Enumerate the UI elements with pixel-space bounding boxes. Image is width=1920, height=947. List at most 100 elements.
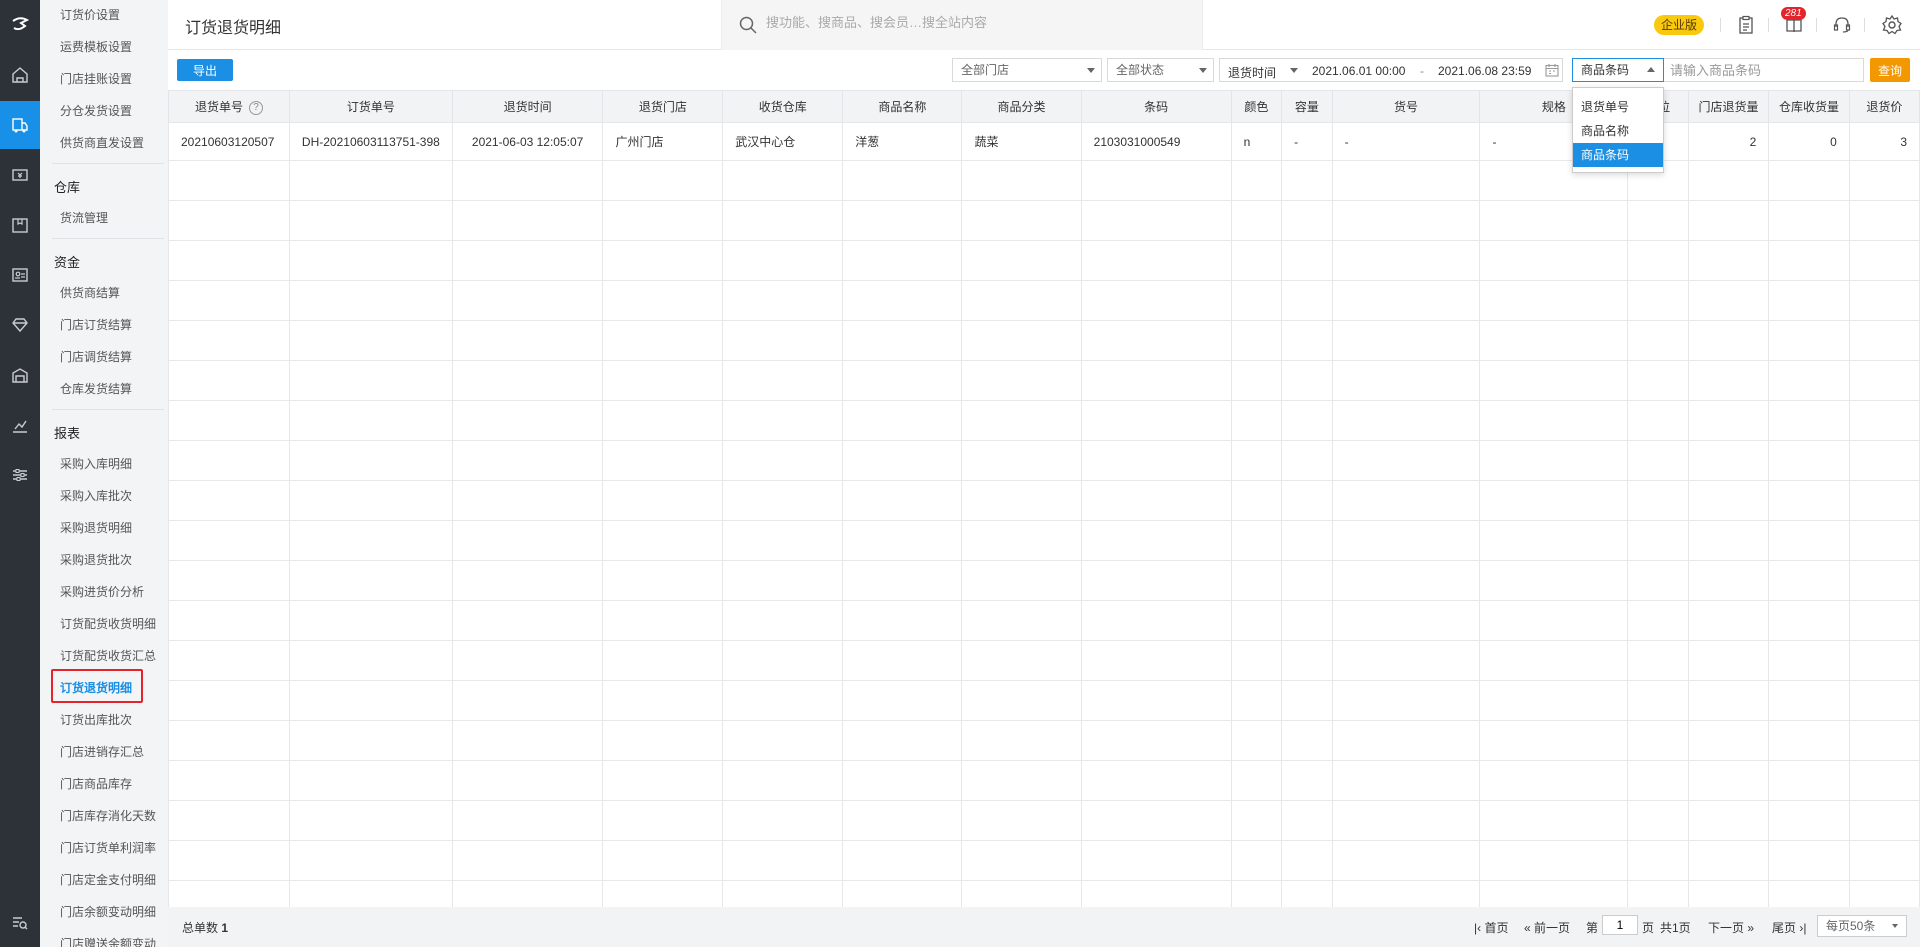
nav-item[interactable]: 分仓发货设置 bbox=[60, 102, 132, 119]
report-chart-icon[interactable] bbox=[0, 401, 40, 449]
empty-cell bbox=[722, 880, 844, 907]
date-range-picker[interactable]: 退货时间 2021.06.01 00:00 - 2021.06.08 23:59 bbox=[1219, 58, 1563, 82]
empty-table-row bbox=[168, 520, 1920, 561]
date-start[interactable]: 2021.06.01 00:00 bbox=[1312, 64, 1405, 78]
header-divider bbox=[1720, 18, 1721, 32]
next-page-button[interactable]: 下一页 » bbox=[1708, 919, 1754, 936]
empty-cell bbox=[1627, 520, 1689, 561]
nav-item[interactable]: 门店商品库存 bbox=[60, 775, 132, 792]
column-header[interactable]: 退货时间 bbox=[451, 90, 604, 123]
column-header[interactable]: 订货单号 bbox=[288, 90, 453, 123]
column-header[interactable]: 门店退货量 bbox=[1687, 90, 1770, 123]
column-header[interactable]: 退货门店 bbox=[602, 90, 724, 123]
empty-cell bbox=[1230, 240, 1283, 281]
home-icon[interactable] bbox=[0, 51, 40, 99]
column-header[interactable]: 商品名称 bbox=[842, 90, 963, 123]
empty-cell bbox=[842, 640, 963, 681]
nav-item[interactable]: 门店定金支付明细 bbox=[60, 871, 156, 888]
query-button[interactable]: 查询 bbox=[1870, 58, 1910, 82]
column-header[interactable]: 仓库收货量 bbox=[1768, 90, 1850, 123]
header-divider bbox=[1768, 18, 1769, 32]
store-select[interactable]: 全部门店 bbox=[952, 58, 1102, 82]
dropdown-option-selected[interactable]: 商品条码 bbox=[1573, 143, 1663, 167]
empty-cell bbox=[288, 680, 453, 721]
column-header[interactable]: 颜色 bbox=[1230, 90, 1283, 123]
nav-item-active[interactable]: 订货退货明细 bbox=[60, 679, 132, 696]
warehouse-icon[interactable] bbox=[0, 351, 40, 399]
column-header[interactable]: 退货价 bbox=[1848, 90, 1920, 123]
nav-item[interactable]: 采购入库明细 bbox=[60, 455, 132, 472]
empty-cell bbox=[961, 560, 1082, 601]
empty-cell bbox=[451, 800, 604, 841]
nav-item[interactable]: 门店赠送余额变动 bbox=[60, 935, 156, 947]
nav-item[interactable]: 门店订货结算 bbox=[60, 316, 132, 333]
search-list-icon[interactable] bbox=[0, 899, 40, 947]
nav-item[interactable]: 订货配货收货明细 bbox=[60, 615, 156, 632]
first-page-button[interactable]: |‹ 首页 bbox=[1474, 919, 1508, 936]
page-number-input[interactable] bbox=[1602, 915, 1638, 935]
clipboard-icon[interactable] bbox=[1734, 13, 1758, 37]
search-input[interactable] bbox=[766, 15, 1186, 30]
dropdown-option[interactable]: 退货单号 bbox=[1573, 95, 1663, 119]
empty-cell bbox=[722, 280, 844, 321]
status-select[interactable]: 全部状态 bbox=[1107, 58, 1214, 82]
headset-support-icon[interactable] bbox=[1830, 13, 1854, 37]
empty-cell bbox=[1281, 240, 1333, 281]
nav-item[interactable]: 供货商结算 bbox=[60, 284, 120, 301]
empty-cell bbox=[288, 320, 453, 361]
nav-item[interactable]: 门店进销存汇总 bbox=[60, 743, 144, 760]
order-delivery-icon[interactable] bbox=[0, 101, 40, 149]
search-field-select[interactable]: 商品条码 bbox=[1572, 58, 1664, 82]
nav-item[interactable]: 货流管理 bbox=[60, 209, 108, 226]
column-header[interactable]: 收货仓库 bbox=[722, 90, 844, 123]
chevron-up-icon bbox=[1647, 67, 1655, 72]
barcode-input[interactable] bbox=[1664, 58, 1864, 82]
column-header[interactable]: 退货单号? bbox=[168, 90, 290, 123]
column-header[interactable]: 货号 bbox=[1331, 90, 1481, 123]
last-page-button[interactable]: 尾页 ›| bbox=[1772, 919, 1806, 936]
logo-icon[interactable] bbox=[0, 0, 40, 48]
nav-item[interactable]: 运费模板设置 bbox=[60, 38, 132, 55]
empty-cell bbox=[451, 320, 604, 361]
nav-item[interactable]: 门店订货单利润率 bbox=[60, 839, 156, 856]
nav-item[interactable]: 采购进货价分析 bbox=[60, 583, 144, 600]
empty-cell bbox=[168, 600, 290, 641]
empty-cell bbox=[1687, 200, 1770, 241]
nav-item[interactable]: 门店调货结算 bbox=[60, 348, 132, 365]
nav-item[interactable]: 门店余额变动明细 bbox=[60, 903, 156, 920]
column-header[interactable]: 条码 bbox=[1080, 90, 1232, 123]
column-header[interactable]: 容量 bbox=[1281, 90, 1333, 123]
nav-item[interactable]: 订货配货收货汇总 bbox=[60, 647, 156, 664]
time-type-select[interactable]: 退货时间 bbox=[1228, 64, 1276, 81]
nav-item[interactable]: 订货价设置 bbox=[60, 6, 120, 23]
empty-cell bbox=[451, 480, 604, 521]
page-size-select[interactable]: 每页50条 bbox=[1817, 915, 1907, 937]
cashier-icon[interactable] bbox=[0, 151, 40, 199]
nav-item[interactable]: 门店库存消化天数 bbox=[60, 807, 156, 824]
empty-cell bbox=[1230, 360, 1283, 401]
prev-page-button[interactable]: « 前一页 bbox=[1524, 919, 1570, 936]
nav-item[interactable]: 采购退货批次 bbox=[60, 551, 132, 568]
date-end[interactable]: 2021.06.08 23:59 bbox=[1438, 64, 1531, 78]
gear-icon[interactable] bbox=[1880, 13, 1904, 37]
nav-item[interactable]: 门店挂账设置 bbox=[60, 70, 132, 87]
nav-item[interactable]: 订货出库批次 bbox=[60, 711, 132, 728]
nav-item[interactable]: 仓库发货结算 bbox=[60, 380, 132, 397]
nav-item[interactable]: 采购退货明细 bbox=[60, 519, 132, 536]
column-header[interactable]: 商品分类 bbox=[961, 90, 1082, 123]
dropdown-option[interactable]: 商品名称 bbox=[1573, 119, 1663, 143]
help-icon[interactable]: ? bbox=[248, 100, 263, 115]
export-button[interactable]: 导出 bbox=[177, 59, 233, 81]
settings-sliders-icon[interactable] bbox=[0, 451, 40, 499]
empty-cell bbox=[1230, 800, 1283, 841]
empty-cell bbox=[722, 720, 844, 761]
empty-table-row bbox=[168, 800, 1920, 841]
empty-cell bbox=[961, 640, 1082, 681]
package-icon[interactable] bbox=[0, 201, 40, 249]
diamond-icon[interactable] bbox=[0, 301, 40, 349]
member-card-icon[interactable] bbox=[0, 251, 40, 299]
nav-item[interactable]: 采购入库批次 bbox=[60, 487, 132, 504]
empty-cell bbox=[288, 640, 453, 681]
calendar-icon[interactable] bbox=[1545, 63, 1559, 80]
nav-item[interactable]: 供货商直发设置 bbox=[60, 134, 144, 151]
